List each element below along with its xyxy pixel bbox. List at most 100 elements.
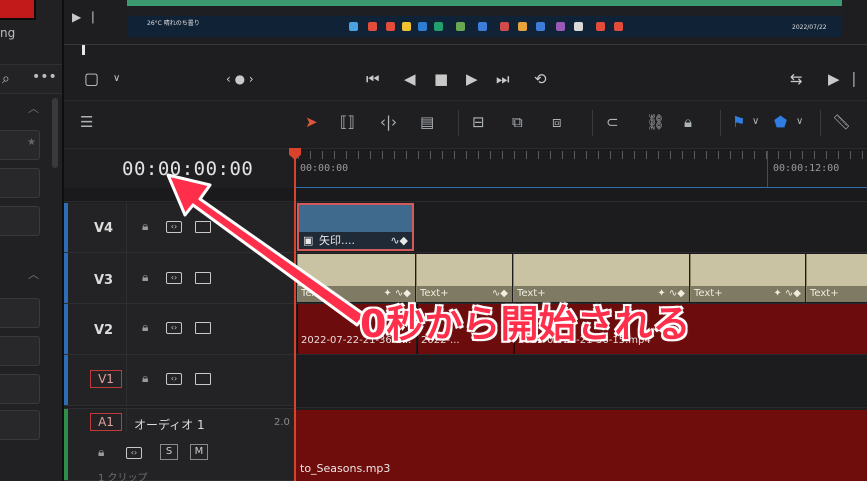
timeline-clip-text[interactable]: Text+ (806, 254, 867, 302)
lock-icon[interactable]: 🔒︎ (684, 112, 692, 132)
ruler-label-mark: 00:00:12:00 (773, 163, 840, 174)
ruler-ticks (298, 151, 867, 159)
dynamic-trim-icon[interactable]: ‹|› (380, 112, 397, 132)
lock-icon[interactable]: 🔒︎ (142, 219, 148, 234)
media-thumbnail[interactable] (0, 0, 36, 20)
skip-forward-icon[interactable]: ⏭ (496, 70, 510, 88)
app-icon (349, 22, 358, 31)
keyframe-icon[interactable]: ∿◆ (390, 232, 408, 249)
viewer-scrubber[interactable] (64, 44, 867, 45)
media-panel-item[interactable] (0, 298, 40, 328)
track-color-bar (64, 409, 68, 480)
skip-back-icon[interactable]: ⏮ (366, 70, 380, 88)
layout-icon[interactable]: ☰ (80, 112, 93, 132)
track-color-bar (64, 355, 68, 405)
clip-label: Text+ (810, 288, 839, 299)
overwrite-clip-icon[interactable]: ⧉ (512, 112, 523, 132)
media-panel-item[interactable] (0, 410, 40, 440)
track-header-v1[interactable]: V1 🔒︎ ‹› (64, 355, 294, 406)
collapse-icon[interactable]: ︿ (28, 100, 39, 116)
track-header-divider (126, 304, 127, 354)
media-panel-item[interactable] (0, 206, 40, 236)
audio-track-level: 2.0 (274, 417, 290, 428)
lock-icon[interactable]: 🔒︎ (98, 445, 104, 460)
zoom-ruler-icon[interactable]: 📏︎ (832, 112, 851, 132)
track-lane-v1[interactable] (294, 355, 867, 408)
app-icon (418, 22, 427, 31)
insert-clip-icon[interactable]: ⊟ (472, 112, 485, 132)
app-icon (434, 22, 443, 31)
transform-icon[interactable]: ▢ (84, 70, 99, 88)
media-panel-item[interactable] (0, 374, 40, 404)
collapse-icon[interactable]: ︿ (28, 266, 39, 282)
track-enable-icon[interactable] (195, 373, 211, 385)
track-destination-v1[interactable]: V1 (90, 370, 122, 388)
loop-icon[interactable]: ⟲ (534, 70, 547, 88)
media-panel-list-2: ︿ (0, 262, 62, 481)
auto-select-icon[interactable]: ‹› (126, 447, 142, 459)
media-panel-label: ng (0, 26, 16, 40)
mute-button[interactable]: M (190, 444, 208, 460)
track-header-divider (126, 409, 127, 433)
track-name: V2 (94, 323, 114, 338)
snapping-icon[interactable]: ⊂ (606, 112, 619, 132)
toolbar-divider (458, 110, 459, 136)
selection-tool-icon[interactable]: ➤ (305, 112, 318, 132)
search-icon[interactable]: ⌕ (2, 71, 10, 87)
link-icon[interactable]: ⛓ (646, 112, 665, 132)
app-icon (596, 22, 605, 31)
chevron-down-icon[interactable]: ∨ (796, 112, 803, 132)
more-options-icon[interactable]: ••• (32, 69, 57, 85)
play-reverse-icon[interactable]: ◀ (404, 70, 416, 88)
audio-clip-count: 1 クリップ (98, 473, 148, 481)
flag-icon[interactable]: ⚑ (732, 112, 745, 132)
trim-tool-icon[interactable]: ⟦⟧ (340, 112, 355, 132)
app-icon (402, 22, 411, 31)
timeline-clip-text[interactable]: Text+ ✦ ∿◆ (690, 254, 805, 302)
keyframe-icon[interactable]: ✦ ∿◆ (773, 286, 801, 302)
blade-tool-icon[interactable]: ▤ (420, 112, 434, 132)
track-header-a1[interactable]: A1 オーディオ 1 2.0 🔒︎ ‹› S M 1 クリップ (64, 408, 294, 481)
app-icon (556, 22, 565, 31)
stop-icon[interactable]: ■ (434, 70, 448, 88)
media-panel-item[interactable] (0, 336, 40, 366)
clip-caption: Text+ (807, 286, 867, 302)
lock-icon[interactable]: 🔒︎ (142, 270, 148, 285)
toolbar-divider (820, 110, 821, 136)
chevron-down-icon[interactable]: ∨ (752, 112, 759, 132)
media-panel-scrollbar[interactable] (52, 98, 58, 168)
app-icon (614, 22, 623, 31)
viewer-end-icon[interactable]: ▶⎹ (828, 70, 855, 88)
marker-icon[interactable]: ⬟ (774, 112, 787, 132)
viewer-toggle-icon[interactable]: ▶⎹ (72, 10, 93, 25)
track-destination-a1[interactable]: A1 (90, 413, 122, 431)
replace-clip-icon[interactable]: ⧈ (552, 112, 562, 132)
play-icon[interactable]: ▶ (466, 70, 478, 88)
media-panel-toolbar: ⌕ ••• (0, 64, 62, 94)
audio-clip-label: to_Seasons.mp3 (300, 462, 391, 475)
media-panel-item[interactable] (0, 168, 40, 198)
solo-button[interactable]: S (160, 444, 178, 460)
track-color-bar (64, 203, 68, 252)
chevron-down-icon[interactable]: ∨ (113, 70, 120, 88)
clock-text: 2022/07/22 (792, 24, 827, 31)
app-icon (518, 22, 527, 31)
clip-label: Text+ (694, 288, 723, 299)
app-icon (500, 22, 509, 31)
lock-icon[interactable]: 🔒︎ (142, 320, 148, 335)
app-icon (456, 22, 465, 31)
star-icon[interactable]: ★ (27, 137, 36, 148)
track-color-bar (64, 253, 68, 303)
viewer-scrubber-handle[interactable] (82, 45, 85, 55)
jog-control-icon[interactable]: ‹ ● › (226, 70, 254, 88)
lock-icon[interactable]: 🔒︎ (142, 371, 148, 386)
media-panel-item[interactable]: ★ (0, 130, 40, 160)
audio-track-title[interactable]: オーディオ 1 (134, 416, 205, 433)
viewer-frame-bar (127, 6, 842, 16)
match-frame-icon[interactable]: ⇆ (790, 70, 803, 88)
auto-select-icon[interactable]: ‹› (166, 373, 182, 385)
annotation-text: 0秒から開始される (359, 301, 691, 347)
app-icon (478, 22, 487, 31)
app-icon (386, 22, 395, 31)
clip-caption: Text+ ✦ ∿◆ (691, 286, 805, 302)
